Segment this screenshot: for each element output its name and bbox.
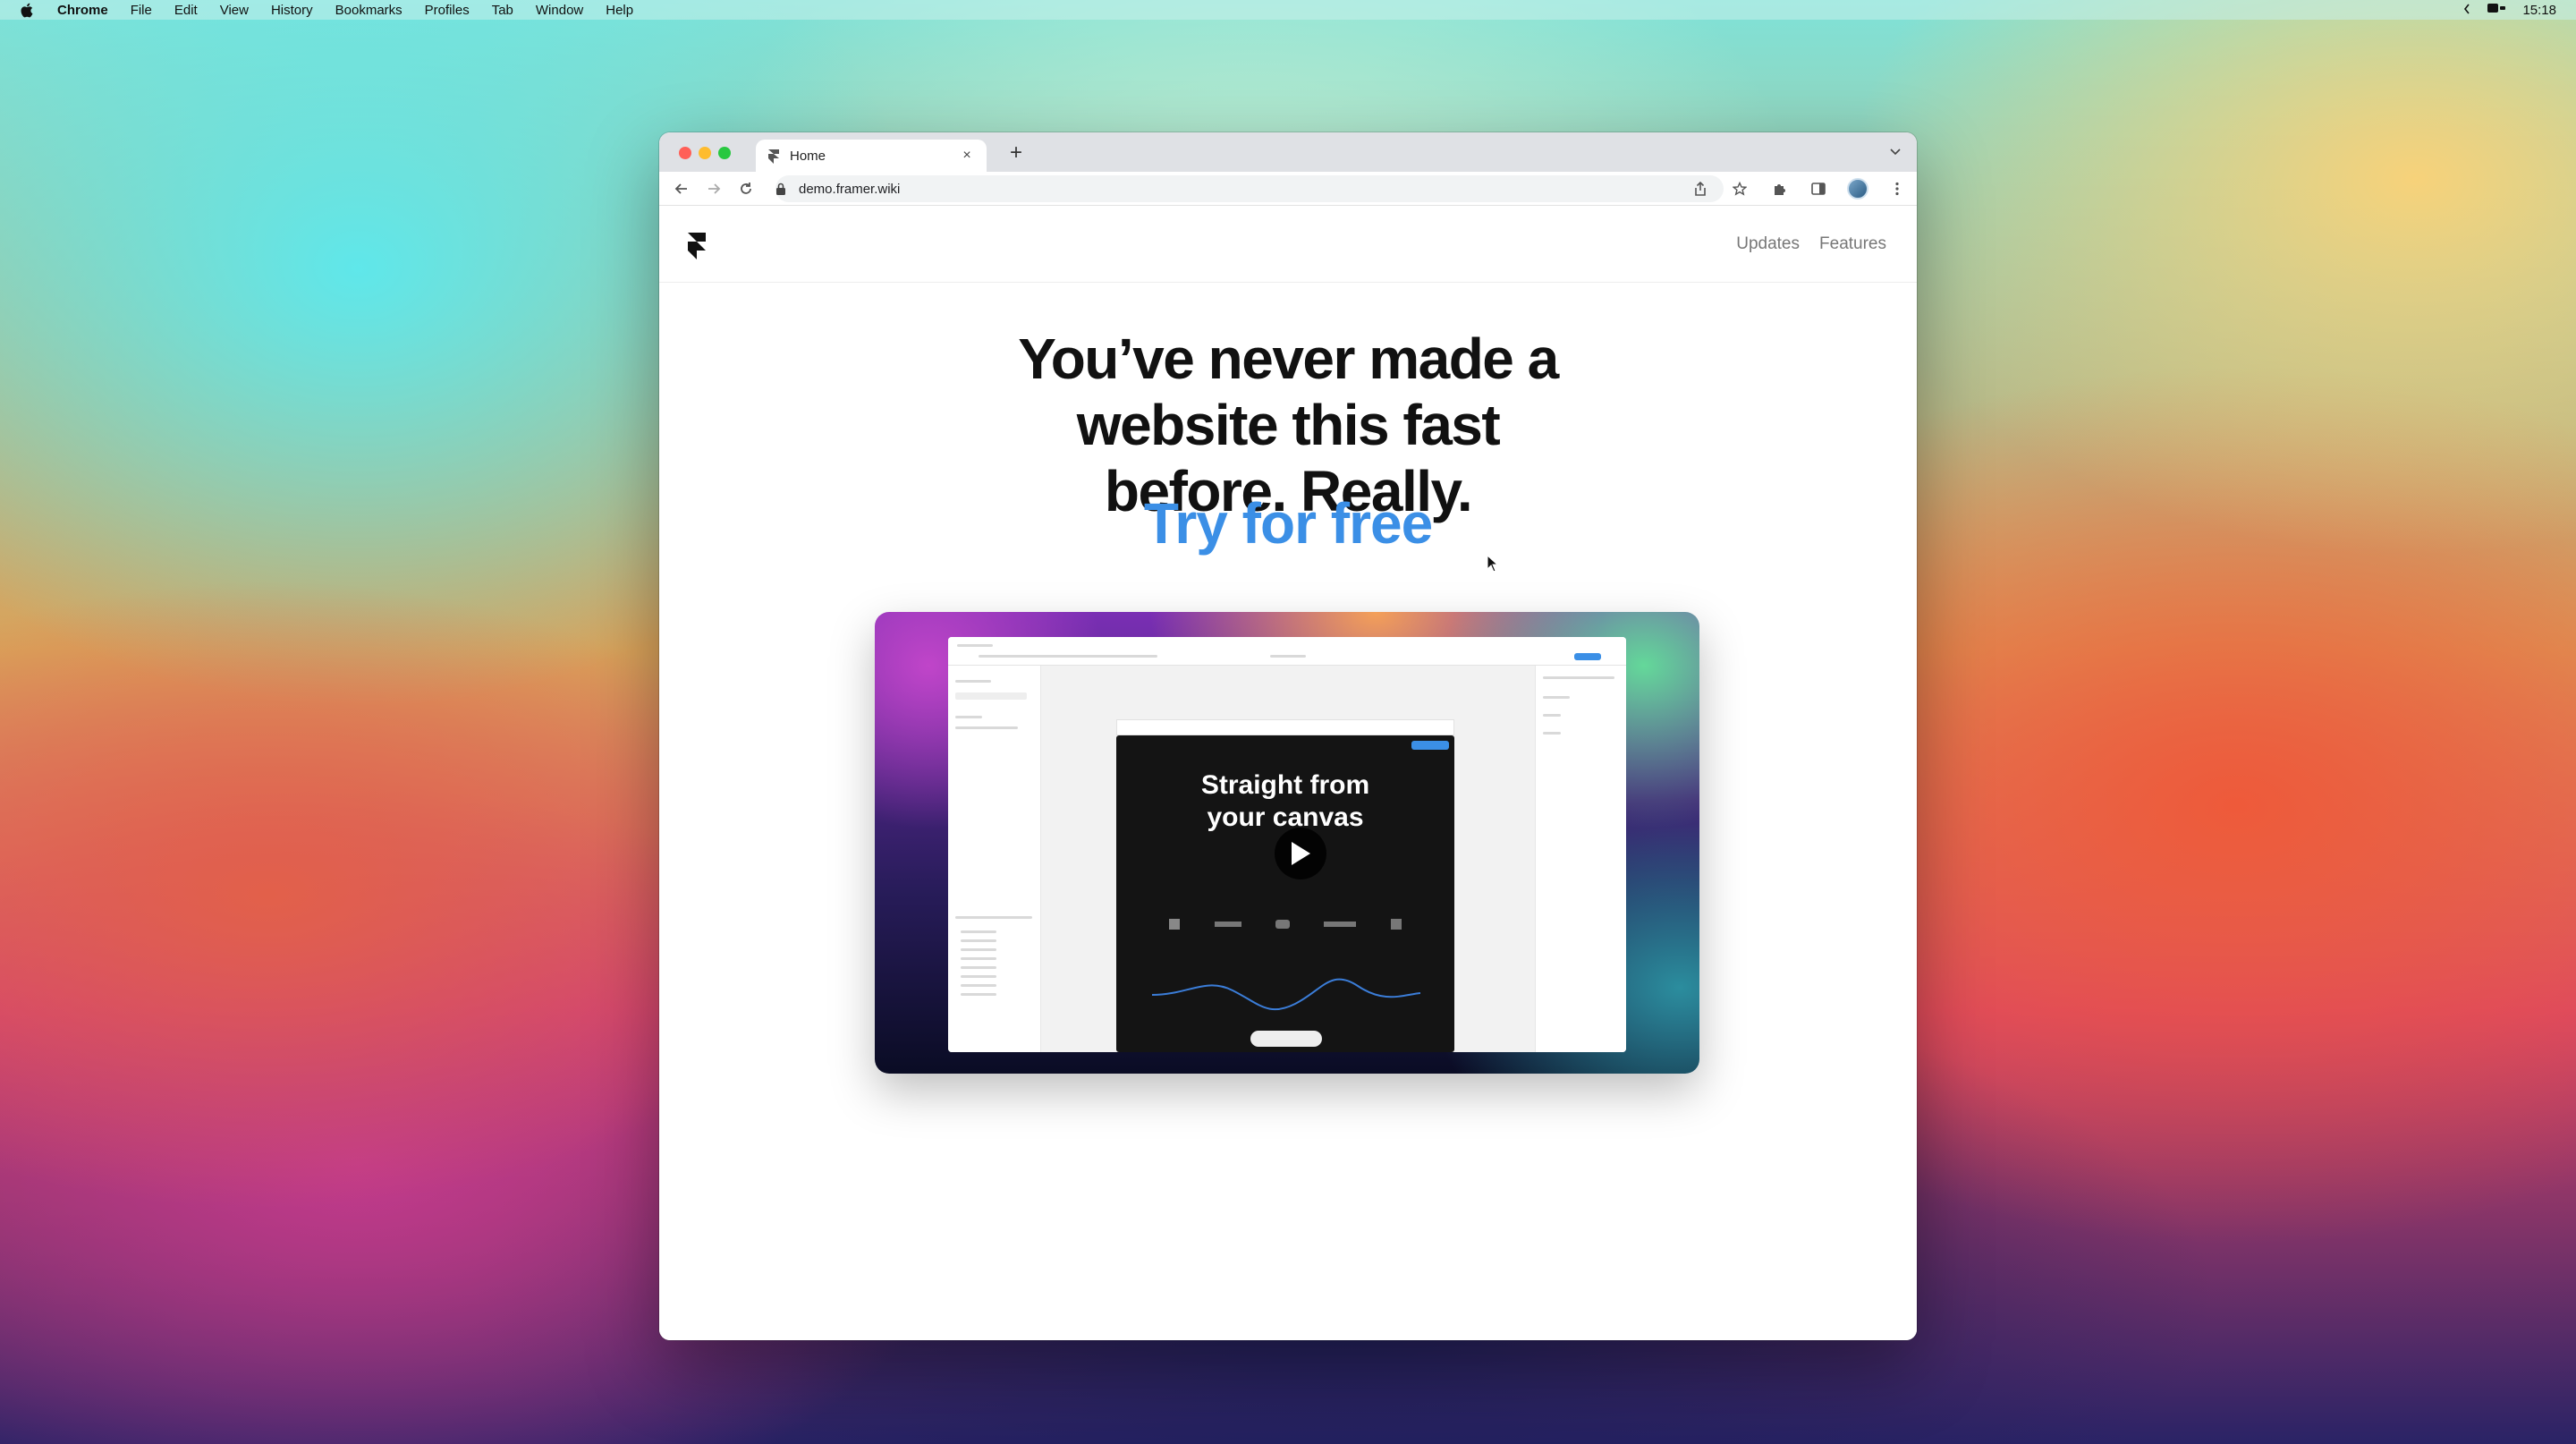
video-heading-line: Straight from: [1200, 770, 1370, 800]
thumbnail-wave-graphic: [1152, 978, 1420, 1011]
new-tab-button[interactable]: +: [1006, 140, 1026, 165]
url-text[interactable]: demo.framer.wiki: [799, 182, 900, 197]
maximize-window-button[interactable]: [718, 147, 731, 159]
menubar-profiles[interactable]: Profiles: [425, 3, 470, 18]
thumbnail-logo-row: [1116, 919, 1454, 930]
play-video-button[interactable]: [1275, 828, 1326, 879]
share-icon[interactable]: [1690, 178, 1711, 200]
thumbnail-left-panel: [948, 666, 1041, 1052]
video-card[interactable]: Straight from your canvas: [875, 612, 1699, 1074]
side-panel-icon[interactable]: [1808, 178, 1829, 200]
menubar-view[interactable]: View: [220, 3, 249, 18]
thumbnail-blue-chip: [1411, 741, 1449, 750]
menubar-file[interactable]: File: [131, 3, 152, 18]
browser-toolbar: demo.framer.wiki: [659, 172, 1917, 206]
tab-title: Home: [790, 148, 826, 164]
play-icon: [1292, 842, 1310, 865]
mouse-cursor-icon: [1487, 554, 1499, 573]
menubar-tab[interactable]: Tab: [492, 3, 513, 18]
reload-icon[interactable]: [736, 179, 756, 199]
menubar-window[interactable]: Window: [536, 3, 583, 18]
profile-avatar[interactable]: [1847, 178, 1868, 200]
video-heading-line: your canvas: [1207, 803, 1364, 832]
thumbnail-right-panel: [1535, 666, 1626, 1052]
extensions-icon[interactable]: [1768, 178, 1790, 200]
minimize-window-button[interactable]: [699, 147, 711, 159]
hero-title-line: You’ve never made a: [1018, 327, 1559, 391]
chevron-left-icon[interactable]: [2463, 3, 2470, 18]
tab-home[interactable]: Home ×: [756, 140, 987, 172]
close-tab-icon[interactable]: ×: [960, 148, 974, 163]
web-page: Updates Features You’ve never made a web…: [659, 206, 1917, 1340]
menubar-history[interactable]: History: [271, 3, 313, 18]
site-header: Updates Features: [659, 206, 1917, 283]
thumbnail-controls-pill: [1250, 1031, 1322, 1047]
menubar-help[interactable]: Help: [606, 3, 633, 18]
bookmark-star-icon[interactable]: [1729, 178, 1750, 200]
nav-updates-link[interactable]: Updates: [1736, 234, 1800, 254]
thumbnail-preview-bar: [1116, 719, 1454, 735]
thumbnail-preview: Straight from your canvas: [1116, 735, 1454, 1052]
framer-favicon-icon: [768, 149, 781, 164]
menubar-status-area: 15:18: [2463, 0, 2556, 20]
browser-window: Home × + demo.framer.wiki Updates Featur…: [659, 132, 1917, 1340]
try-for-free-link[interactable]: Try for free: [659, 490, 1917, 556]
video-thumbnail-app-screenshot: Straight from your canvas: [948, 637, 1626, 1052]
menubar-clock[interactable]: 15:18: [2522, 3, 2556, 18]
thumbnail-toolbar: [948, 637, 1626, 666]
lock-icon[interactable]: [775, 183, 788, 195]
hero-title-line: website this fast: [1076, 393, 1501, 457]
framer-logo-icon[interactable]: [688, 233, 708, 259]
tab-strip: Home × +: [659, 132, 1917, 172]
address-bar[interactable]: demo.framer.wiki: [775, 175, 1724, 202]
macos-menubar: Chrome File Edit View History Bookmarks …: [0, 0, 2576, 20]
window-controls: [679, 147, 731, 159]
menubar-app-name[interactable]: Chrome: [57, 3, 108, 18]
nav-features-link[interactable]: Features: [1819, 234, 1886, 254]
video-heading: Straight from your canvas: [1116, 769, 1454, 834]
back-icon[interactable]: [672, 179, 691, 199]
more-menu-icon[interactable]: [1886, 178, 1908, 200]
forward-icon[interactable]: [704, 179, 724, 199]
tab-search-chevron-icon[interactable]: [1888, 145, 1902, 159]
control-center-icon[interactable]: [2487, 2, 2506, 18]
apple-icon[interactable]: [20, 2, 34, 18]
menubar-bookmarks[interactable]: Bookmarks: [335, 3, 402, 18]
toolbar-actions: [1690, 178, 1908, 200]
menubar-edit[interactable]: Edit: [174, 3, 198, 18]
site-nav: Updates Features: [1736, 234, 1886, 254]
close-window-button[interactable]: [679, 147, 691, 159]
